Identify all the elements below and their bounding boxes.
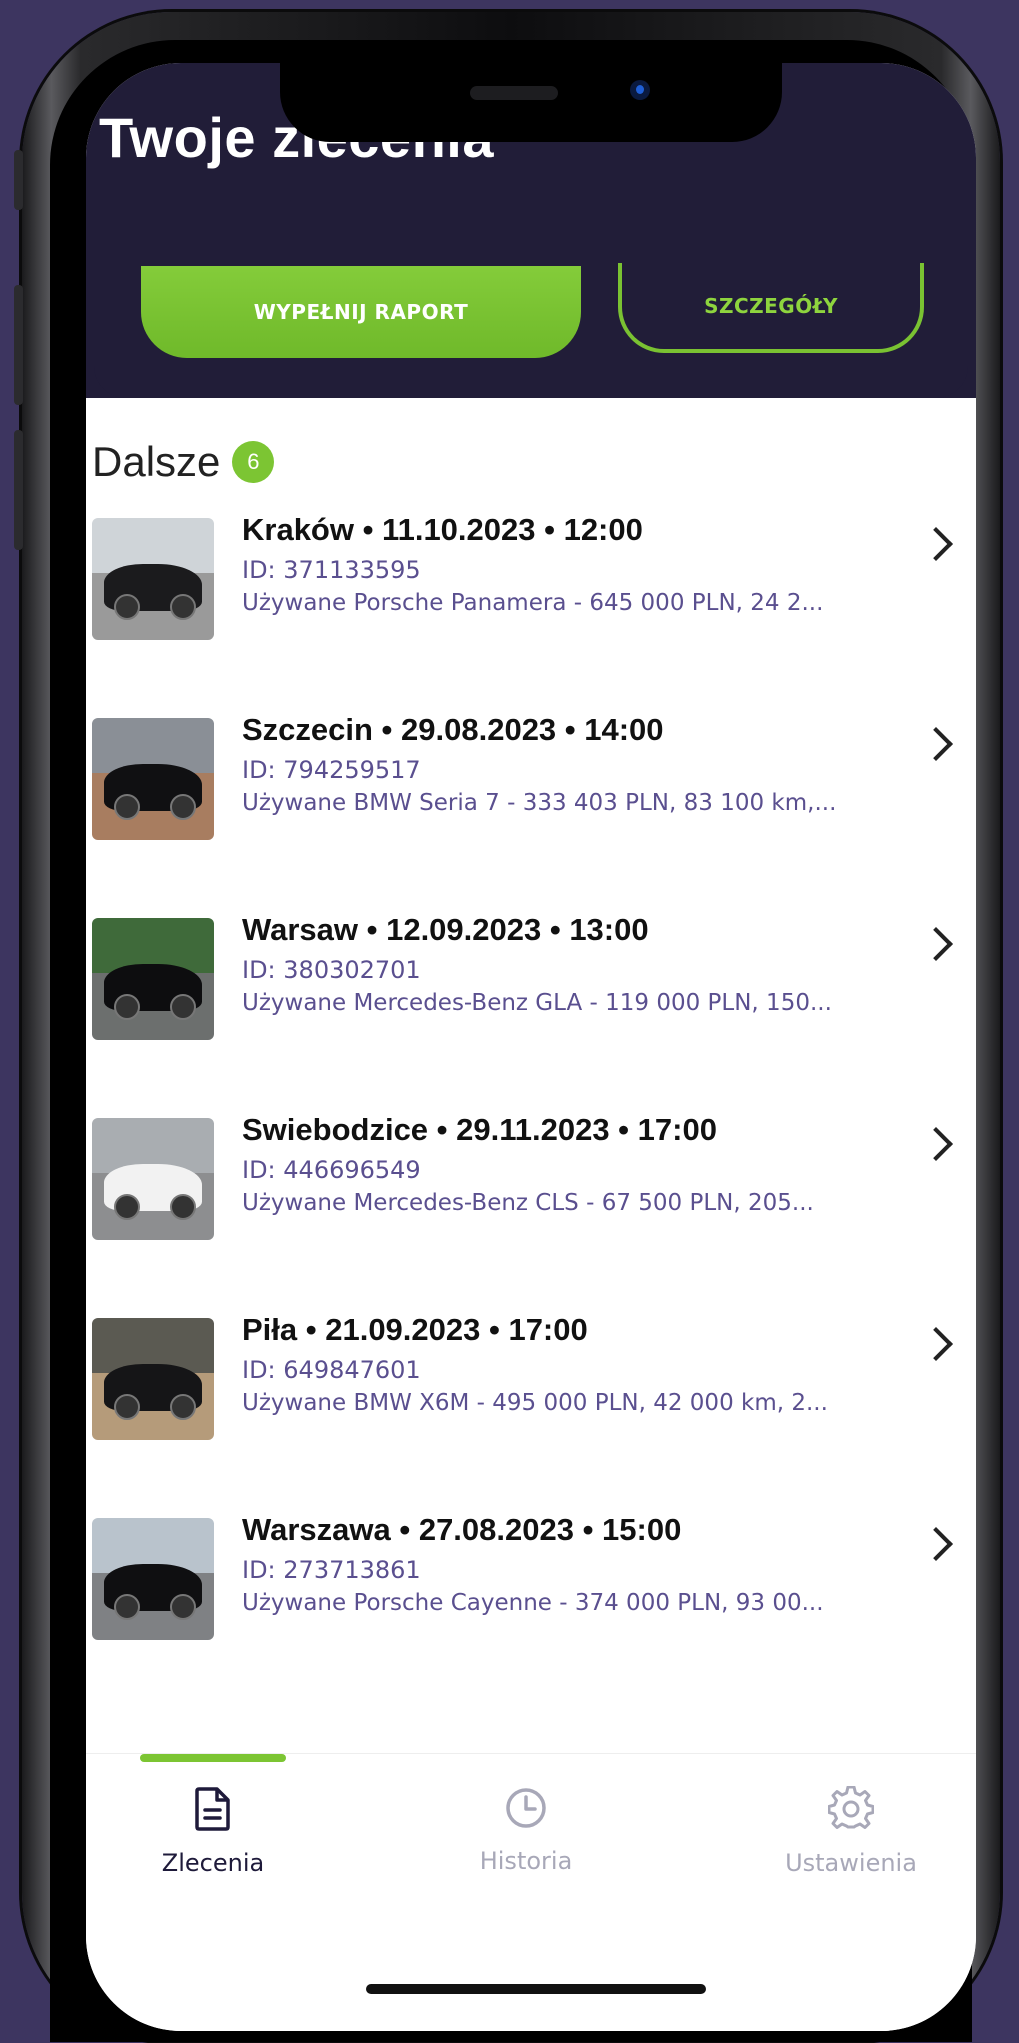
order-row[interactable]: Warszawa • 27.08.2023 • 15:00 ID: 273713… <box>86 1512 976 1718</box>
order-row[interactable]: Szczecin • 29.08.2023 • 14:00 ID: 794259… <box>86 712 976 918</box>
phone-notch <box>280 62 782 142</box>
gear-icon <box>827 1785 875 1829</box>
home-indicator[interactable] <box>366 1984 706 1994</box>
details-button[interactable]: SZCZEGÓŁY <box>618 263 924 353</box>
chevron-right-icon <box>919 1127 953 1161</box>
section-header: Dalsze 6 <box>92 438 275 486</box>
order-id: ID: 371133595 <box>242 556 421 584</box>
fill-report-button[interactable]: WYPEŁNIJ RAPORT <box>141 266 581 358</box>
order-title: Kraków • 11.10.2023 • 12:00 <box>242 512 643 547</box>
order-row[interactable]: Kraków • 11.10.2023 • 12:00 ID: 37113359… <box>86 512 976 718</box>
chevron-right-icon <box>919 1527 953 1561</box>
order-description: Używane Mercedes-Benz GLA - 119 000 PLN,… <box>242 990 832 1016</box>
order-id: ID: 380302701 <box>242 956 421 984</box>
order-description: Używane Porsche Cayenne - 374 000 PLN, 9… <box>242 1590 824 1616</box>
count-badge: 6 <box>232 441 275 483</box>
order-title: Warszawa • 27.08.2023 • 15:00 <box>242 1512 682 1547</box>
current-order-card: WYPEŁNIJ RAPORT SZCZEGÓŁY <box>94 263 968 398</box>
order-description: Używane Porsche Panamera - 645 000 PLN, … <box>242 590 824 616</box>
order-id: ID: 794259517 <box>242 756 421 784</box>
car-thumbnail <box>92 718 214 840</box>
order-title: Piła • 21.09.2023 • 17:00 <box>242 1312 588 1347</box>
order-description: Używane Mercedes-Benz CLS - 67 500 PLN, … <box>242 1190 814 1216</box>
order-id: ID: 446696549 <box>242 1156 421 1184</box>
side-switch <box>14 150 23 210</box>
app-screen: Twoje zlecenia WYPEŁNIJ RAPORT SZCZEGÓŁY… <box>86 63 976 2031</box>
tab-label: Historia <box>479 1847 573 1875</box>
car-thumbnail <box>92 1518 214 1640</box>
car-thumbnail <box>92 1318 214 1440</box>
volume-up-button <box>14 285 23 405</box>
section-title: Dalsze <box>92 438 221 485</box>
order-title: Swiebodzice • 29.11.2023 • 17:00 <box>242 1112 717 1147</box>
chevron-right-icon <box>919 527 953 561</box>
car-thumbnail <box>92 1118 214 1240</box>
tab-label: Zlecenia <box>161 1849 265 1877</box>
car-thumbnail <box>92 918 214 1040</box>
order-description: Używane BMW X6M - 495 000 PLN, 42 000 km… <box>242 1390 828 1416</box>
order-title: Szczecin • 29.08.2023 • 14:00 <box>242 712 664 747</box>
order-row[interactable]: Piła • 21.09.2023 • 17:00 ID: 649847601 … <box>86 1312 976 1518</box>
tab-historia[interactable]: Historia <box>426 1786 626 1875</box>
chevron-right-icon <box>919 727 953 761</box>
order-description: Używane BMW Seria 7 - 333 403 PLN, 83 10… <box>242 790 837 816</box>
orders-list: Kraków • 11.10.2023 • 12:00 ID: 37113359… <box>86 512 976 1718</box>
camera-icon <box>630 80 650 100</box>
document-icon <box>195 1787 230 1831</box>
volume-down-button <box>14 430 23 550</box>
active-tab-indicator <box>140 1754 286 1762</box>
order-id: ID: 649847601 <box>242 1356 421 1384</box>
tab-ustawienia[interactable]: Ustawienia <box>751 1785 951 1877</box>
chevron-right-icon <box>919 927 953 961</box>
tab-label: Ustawienia <box>785 1849 917 1877</box>
order-row[interactable]: Warsaw • 12.09.2023 • 13:00 ID: 38030270… <box>86 912 976 1118</box>
tab-zlecenia[interactable]: Zlecenia <box>113 1786 313 1877</box>
clock-icon <box>506 1788 546 1828</box>
order-id: ID: 273713861 <box>242 1556 421 1584</box>
car-thumbnail <box>92 518 214 640</box>
chevron-right-icon <box>919 1327 953 1361</box>
speaker-grille <box>470 86 558 100</box>
order-row[interactable]: Swiebodzice • 29.11.2023 • 17:00 ID: 446… <box>86 1112 976 1318</box>
order-title: Warsaw • 12.09.2023 • 13:00 <box>242 912 649 947</box>
